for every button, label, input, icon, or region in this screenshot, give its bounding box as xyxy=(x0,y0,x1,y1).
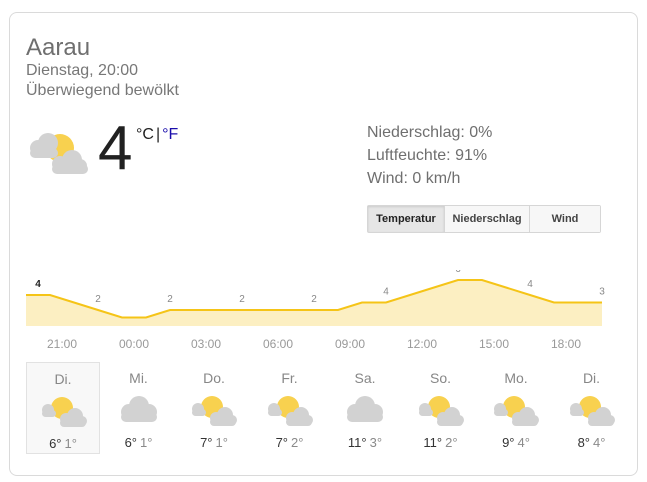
wind-detail: Wind: 0 km/h xyxy=(367,170,461,187)
chart-value-label: 2 xyxy=(167,294,173,305)
chart-tick-label: 09:00 xyxy=(335,337,365,351)
forecast-high: 6° xyxy=(124,435,137,450)
chart-tick-label: 06:00 xyxy=(263,337,293,351)
forecast-low: 2° xyxy=(445,435,458,450)
forecast-high: 7° xyxy=(275,435,288,450)
forecast-day[interactable]: So. 11° 2° xyxy=(404,362,478,454)
forecast-low: 4° xyxy=(517,435,530,450)
forecast-low: 2° xyxy=(291,435,304,450)
chart-value-label: 6 xyxy=(455,270,461,275)
precipitation-detail: Niederschlag: 0% xyxy=(367,124,493,141)
datetime-label: Dienstag, 20:00 xyxy=(26,62,139,79)
location-title: Aarau xyxy=(26,34,91,61)
condition-label: Überwiegend bewölkt xyxy=(26,82,179,99)
forecast-day[interactable]: Mi. 6° 1° xyxy=(102,362,176,454)
forecast-temps: 9° 4° xyxy=(479,435,553,450)
cloudy-icon xyxy=(120,396,157,422)
chart-tick-label: 03:00 xyxy=(191,337,221,351)
unit-switcher: °C | °F xyxy=(136,126,178,144)
chart-tick-label: 21:00 xyxy=(47,337,77,351)
chart-tick-label: 18:00 xyxy=(551,337,581,351)
unit-separator: | xyxy=(155,126,161,143)
forecast-day-name: Mi. xyxy=(129,370,148,386)
daily-forecast: Di. 6° 1° Mi. 6° 1° Do. 7° 1° Fr. 7° 2° Sa. xyxy=(26,362,626,454)
chart-tick-label: 00:00 xyxy=(119,337,149,351)
forecast-high: 6° xyxy=(49,436,62,451)
chart-value-label: 2 xyxy=(311,294,317,305)
forecast-day-name: Do. xyxy=(203,370,225,386)
forecast-high: 8° xyxy=(577,435,590,450)
tab-wind[interactable]: Wind xyxy=(530,206,600,232)
forecast-low: 4° xyxy=(593,435,606,450)
chart-value-label: 4 xyxy=(35,279,41,290)
chart-value-label: 2 xyxy=(239,294,245,305)
forecast-day[interactable]: Di. 6° 1° xyxy=(26,362,100,454)
forecast-day[interactable]: Fr. 7° 2° xyxy=(253,362,327,454)
chart-value-label: 3 xyxy=(599,287,605,298)
forecast-day[interactable]: Di. 8° 4° xyxy=(555,362,629,454)
partly-cloudy-icon xyxy=(192,396,237,426)
partly-cloudy-icon xyxy=(267,396,313,426)
forecast-day-name: Sa. xyxy=(354,370,376,386)
forecast-day[interactable]: Sa. 11° 3° xyxy=(328,362,402,454)
forecast-temps: 6° 1° xyxy=(27,436,99,451)
forecast-day-name: Fr. xyxy=(281,370,298,386)
forecast-day-name: So. xyxy=(429,370,451,386)
chart-value-label: 2 xyxy=(95,294,101,305)
cloudy-icon xyxy=(347,396,383,422)
forecast-day-name: Mo. xyxy=(504,370,528,386)
forecast-temps: 7° 1° xyxy=(177,435,251,450)
temperature-chart: 4 2 2 2 2 4 6 4 3 21:00 00:00 03:00 06:00 09:00 12:00 1… xyxy=(26,270,605,351)
forecast-day-name: Di. xyxy=(582,370,601,386)
forecast-temps: 6° 1° xyxy=(102,435,176,450)
chart-value-label: 4 xyxy=(383,287,389,298)
forecast-high: 11° xyxy=(347,435,367,450)
partly-cloudy-icon xyxy=(494,396,539,426)
unit-celsius[interactable]: °C xyxy=(136,126,154,143)
chart-tick-label: 12:00 xyxy=(407,337,437,351)
humidity-detail: Luftfeuchte: 91% xyxy=(367,147,488,164)
forecast-low: 1° xyxy=(140,435,153,450)
forecast-high: 9° xyxy=(502,435,515,450)
forecast-temps: 11° 3° xyxy=(328,435,402,450)
partly-cloudy-icon xyxy=(569,396,615,426)
forecast-low: 1° xyxy=(64,436,77,451)
partly-cloudy-icon xyxy=(42,397,87,427)
forecast-low: 1° xyxy=(215,435,228,450)
forecast-high: 11° xyxy=(423,435,443,450)
forecast-low: 3° xyxy=(369,435,383,450)
forecast-day[interactable]: Mo. 9° 4° xyxy=(479,362,553,454)
forecast-temps: 7° 2° xyxy=(253,435,327,450)
unit-fahrenheit-link[interactable]: °F xyxy=(162,126,178,143)
partly-cloudy-icon xyxy=(418,396,464,426)
chart-tick-label: 15:00 xyxy=(479,337,509,351)
tab-temperature[interactable]: Temperatur xyxy=(368,206,445,232)
forecast-temps: 8° 4° xyxy=(555,435,629,450)
chart-tabs: Temperatur Niederschlag Wind xyxy=(367,205,601,233)
forecast-day-name: Di. xyxy=(54,371,72,387)
current-temperature: 4 xyxy=(98,114,133,183)
forecast-temps: 11° 2° xyxy=(404,435,478,450)
forecast-day[interactable]: Do. 7° 1° xyxy=(177,362,251,454)
partly-cloudy-icon xyxy=(30,133,88,174)
chart-value-label: 4 xyxy=(527,279,533,290)
forecast-high: 7° xyxy=(200,435,213,450)
tab-precipitation[interactable]: Niederschlag xyxy=(445,206,530,232)
